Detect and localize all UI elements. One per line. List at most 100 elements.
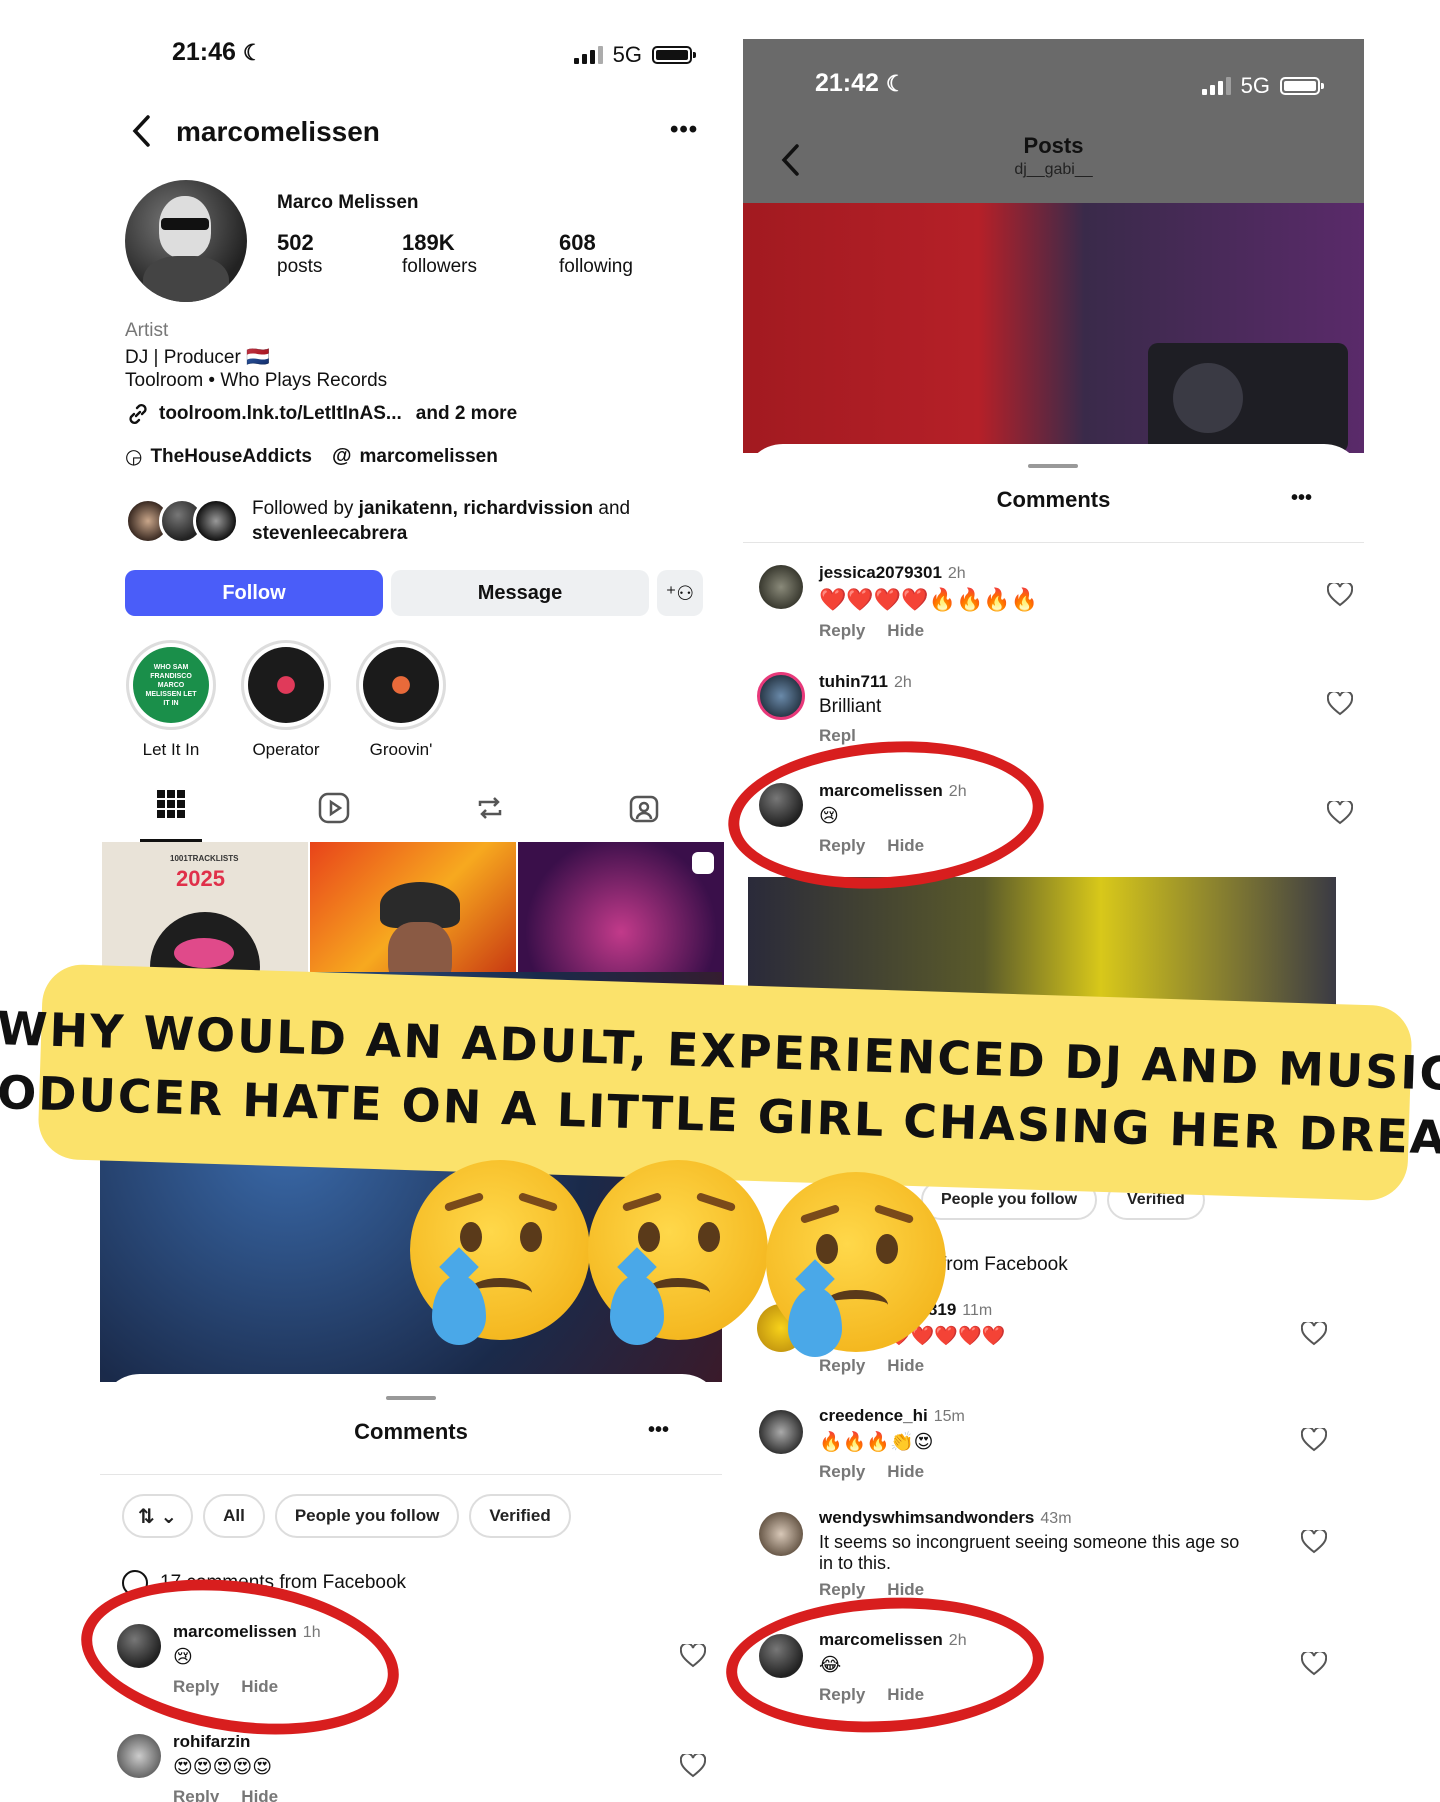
hide-button[interactable]: Hide	[887, 1356, 924, 1375]
heart-icon[interactable]	[680, 1754, 706, 1778]
sort-icon: ⇅ ⌄	[138, 1505, 178, 1528]
profile-avatar[interactable]	[125, 180, 247, 302]
sheet-grabber[interactable]	[1028, 464, 1078, 468]
stat-following[interactable]: 608 following	[559, 230, 633, 278]
comment-username[interactable]: wendyswhimsandwonders	[819, 1508, 1034, 1527]
avatar[interactable]	[759, 1512, 803, 1556]
heart-icon[interactable]	[1301, 1652, 1327, 1676]
comment-username[interactable]: creedence_hi	[819, 1406, 928, 1425]
status-time: 21:42	[815, 69, 879, 97]
follow-button[interactable]: Follow	[125, 570, 383, 616]
reply-button[interactable]: Reply	[819, 1356, 865, 1375]
right-post-panel: 21:42 ☾ 5G Posts dj__gabi__ Comments •••…	[743, 39, 1364, 869]
hide-button[interactable]: Hide	[887, 1580, 924, 1599]
comments-title: Comments	[354, 1419, 468, 1444]
reel-badge-icon	[692, 852, 714, 874]
grid-post-3[interactable]	[518, 842, 724, 992]
grid-post-2[interactable]	[310, 842, 516, 992]
filter-verified[interactable]: Verified	[469, 1494, 571, 1538]
followed-by-text[interactable]: Followed by janikatenn, richardvission a…	[252, 496, 672, 546]
reply-button[interactable]: Reply	[819, 1580, 865, 1599]
linked-account-2[interactable]: marcomelissen	[360, 446, 498, 468]
highlight-let-it-in[interactable]: WHO SAM FRANDISCO MARCO MELISSEN LET IT …	[123, 640, 219, 760]
hide-button[interactable]: Hide	[887, 1462, 924, 1481]
highlight-cover-text: WHO SAM FRANDISCO MARCO MELISSEN LET IT …	[145, 663, 197, 707]
reels-icon[interactable]	[318, 792, 350, 824]
signal-icon	[1201, 77, 1231, 95]
comment-username[interactable]: rohifarzin	[173, 1732, 250, 1751]
crying-face-icon	[410, 1160, 590, 1345]
network-label: 5G	[1240, 73, 1270, 98]
divider	[743, 542, 1364, 543]
more-dots-icon[interactable]: •••	[670, 116, 698, 144]
heart-icon[interactable]	[680, 1644, 706, 1668]
comment-text: Brilliant	[819, 696, 882, 717]
reply-button[interactable]: Reply	[173, 1787, 219, 1802]
reply-button[interactable]: Repl	[819, 726, 856, 745]
heart-icon[interactable]	[1327, 801, 1353, 825]
bio-link-row[interactable]: toolroom.lnk.to/LetItInAS... and 2 more	[125, 401, 517, 427]
sort-button[interactable]: ⇅ ⌄	[122, 1494, 194, 1538]
comment-time: 15m	[933, 1408, 965, 1425]
highlight-label: Let It In	[142, 740, 200, 759]
heart-icon[interactable]	[1327, 583, 1353, 607]
highlight-cover: WHO SAM FRANDISCO MARCO MELISSEN LET IT …	[126, 640, 216, 730]
highlight-label: Operator	[252, 740, 320, 759]
heart-icon[interactable]	[1301, 1530, 1327, 1554]
stat-label: followers	[402, 256, 477, 277]
hide-button[interactable]: Hide	[887, 621, 924, 640]
profile-category: Artist	[125, 320, 169, 341]
back-chevron-icon[interactable]	[130, 114, 152, 148]
highlight-operator[interactable]: Operator	[238, 640, 334, 760]
reply-button[interactable]: Reply	[819, 621, 865, 640]
signal-icon	[573, 46, 603, 64]
repost-icon[interactable]	[474, 792, 506, 824]
divider	[100, 1474, 722, 1475]
stat-label: posts	[277, 256, 323, 277]
comment-username[interactable]: jessica2079301	[819, 563, 942, 582]
bio-link-more[interactable]: and 2 more	[416, 403, 517, 425]
stat-posts[interactable]: 502 posts	[277, 230, 322, 278]
bio-line-2: Toolroom • Who Plays Records	[125, 370, 388, 391]
more-dots-icon[interactable]: •••	[1291, 487, 1312, 510]
filter-people-you-follow[interactable]: People you follow	[274, 1494, 460, 1538]
battery-icon	[652, 46, 696, 64]
link-icon	[129, 403, 147, 425]
post-image[interactable]	[743, 203, 1364, 453]
avatar[interactable]	[759, 565, 803, 609]
grid-tile-caption: 1001TRACKLISTS	[170, 854, 239, 863]
linked-account-1[interactable]: TheHouseAddicts	[150, 446, 312, 468]
message-button[interactable]: Message	[391, 570, 649, 616]
stat-followers[interactable]: 189K followers	[402, 230, 477, 278]
more-dots-icon[interactable]: •••	[648, 1419, 669, 1442]
grid-tile-year: 2025	[176, 866, 225, 891]
avatar[interactable]	[117, 1734, 161, 1778]
bio-link[interactable]: toolroom.lnk.to/LetItInAS...	[159, 403, 402, 425]
linked-accounts-row: ◶ TheHouseAddicts @ marcomelissen	[125, 444, 498, 469]
avatar[interactable]	[759, 1410, 803, 1454]
filter-all[interactable]: All	[203, 1494, 265, 1538]
heart-icon[interactable]	[1301, 1322, 1327, 1346]
tab-grid[interactable]	[140, 790, 202, 842]
avatar	[193, 498, 239, 544]
status-time: 21:46	[172, 38, 236, 66]
post-header-title: Posts	[1023, 133, 1084, 158]
post-header-subtitle: dj__gabi__	[1014, 161, 1093, 178]
heart-icon[interactable]	[1301, 1428, 1327, 1452]
comment-time: 43m	[1040, 1510, 1072, 1527]
highlight-groovin[interactable]: Groovin'	[353, 640, 449, 760]
left-profile-panel: 21:46 ☾ 5G marcomelissen ••• Marco Melis…	[100, 20, 730, 992]
hide-button[interactable]: Hide	[241, 1787, 278, 1802]
highlight-cover	[241, 640, 331, 730]
reply-button[interactable]: Reply	[819, 1462, 865, 1481]
stat-value: 502	[277, 230, 314, 255]
avatar[interactable]	[757, 672, 805, 720]
highlight-cover	[356, 640, 446, 730]
add-person-button[interactable]: ⁺⚇	[657, 570, 703, 616]
comment-username[interactable]: tuhin711	[819, 672, 888, 691]
heart-icon[interactable]	[1327, 692, 1353, 716]
followed-by-avatars[interactable]	[125, 498, 239, 544]
tagged-icon[interactable]	[628, 792, 660, 824]
comment-text: ❤️❤️❤️❤️🔥🔥🔥🔥	[819, 587, 1039, 612]
sheet-grabber[interactable]	[386, 1396, 436, 1400]
